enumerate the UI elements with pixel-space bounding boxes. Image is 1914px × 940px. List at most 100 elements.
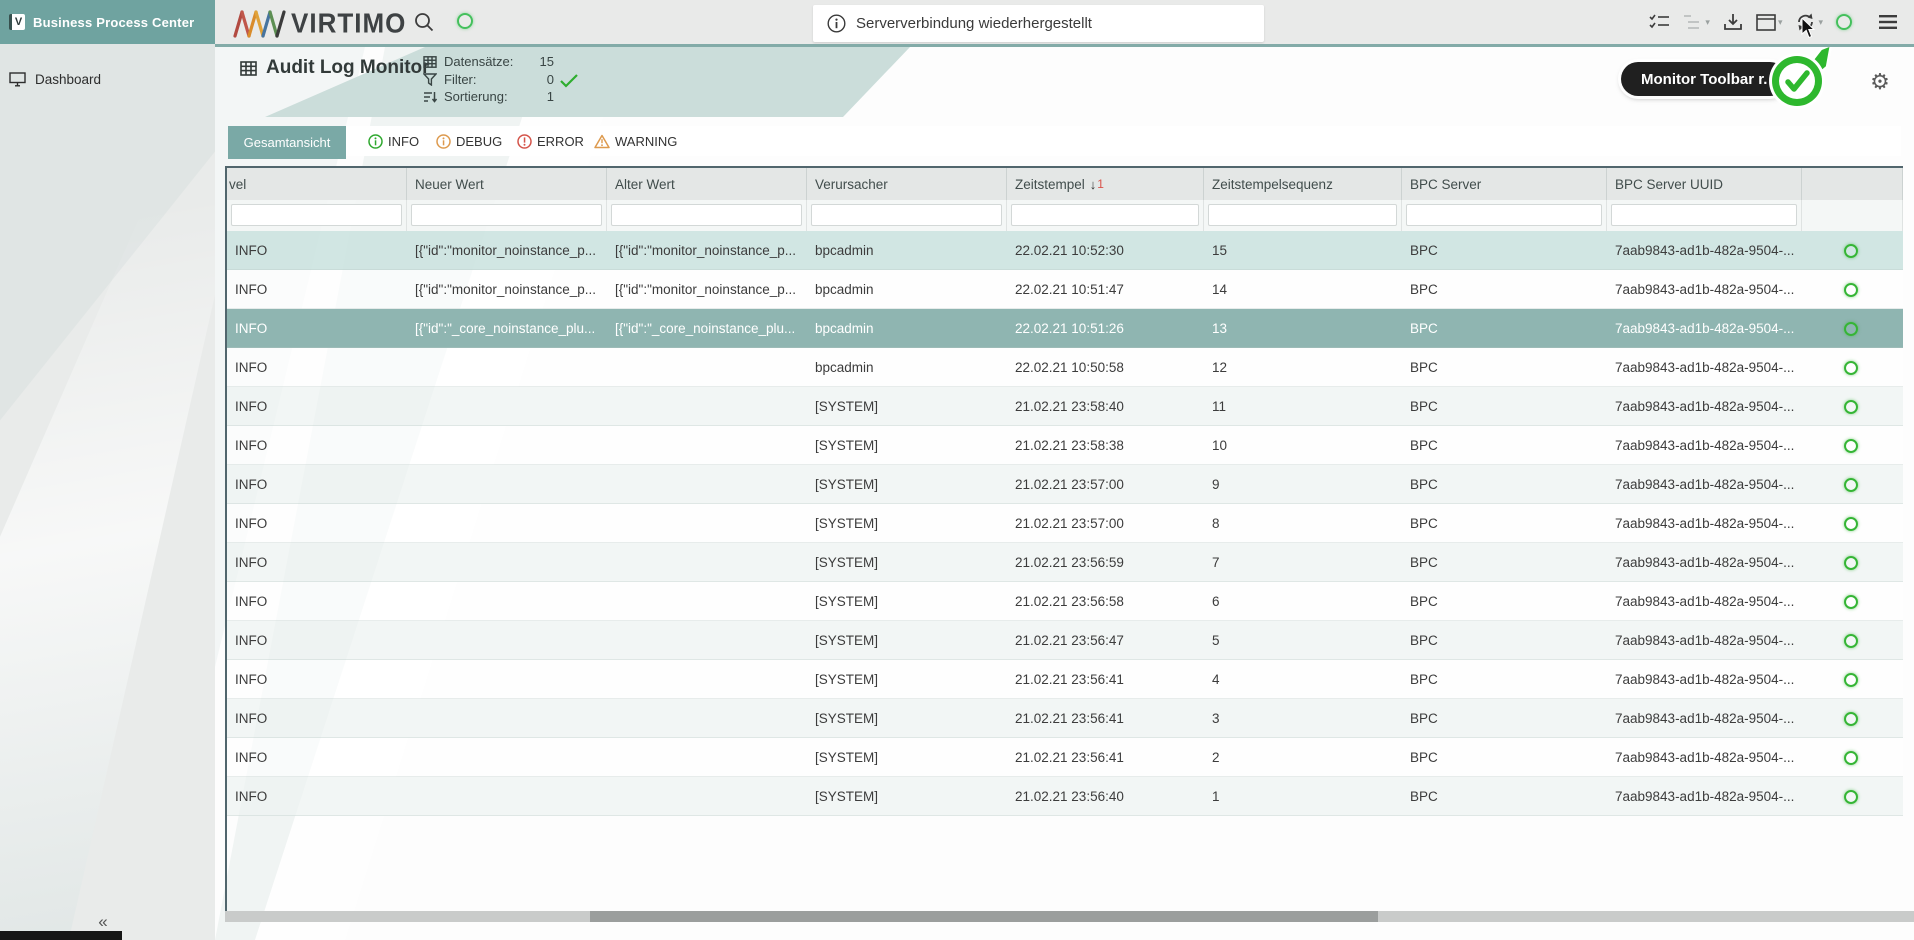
tab-error[interactable]: ERROR [517,126,584,156]
cell-status [1802,231,1903,270]
cell-alter_wert [607,738,807,777]
cell-neuer_wert: [{"id":"_core_noinstance_plu... [407,309,607,348]
cell-zeitstempel: 21.02.21 23:56:41 [1007,660,1204,699]
cell-zeitstempel: 22.02.21 10:50:58 [1007,348,1204,387]
filter-cell [1204,200,1402,231]
table-row[interactable]: INFObpcadmin22.02.21 10:50:5812BPC7aab98… [227,348,1903,387]
filter-input-zeitstempelsequenz[interactable] [1208,204,1397,226]
cell-neuer_wert [407,582,607,621]
filter-input-neuer_wert[interactable] [411,204,602,226]
cell-verursacher: [SYSTEM] [807,387,1007,426]
monitor-icon [9,72,26,87]
cell-verursacher: bpcadmin [807,348,1007,387]
column-header-Alter Wert[interactable]: Alter Wert [607,168,807,200]
cell-status [1802,738,1903,777]
cell-zeitstempel: 21.02.21 23:57:00 [1007,504,1204,543]
cell-alter_wert [607,660,807,699]
cell-verursacher: [SYSTEM] [807,738,1007,777]
cell-verursacher: bpcadmin [807,309,1007,348]
cell-neuer_wert: [{"id":"monitor_noinstance_p... [407,231,607,270]
cell-level: INFO [227,582,407,621]
tab-debug[interactable]: DEBUG [436,126,502,156]
check-icon [559,73,579,88]
table-row[interactable]: INFO[SYSTEM]21.02.21 23:57:008BPC7aab984… [227,504,1903,543]
filter-cell [1802,200,1903,231]
column-header-vel[interactable]: vel [227,168,407,200]
cell-verursacher: bpcadmin [807,270,1007,309]
column-header-Zeitstempelsequenz[interactable]: Zeitstempelsequenz [1204,168,1402,200]
filter-input-alter_wert[interactable] [611,204,802,226]
tree-select-icon: ▾ [1683,13,1710,31]
column-header-Verursacher[interactable]: Verursacher [807,168,1007,200]
filter-input-verursacher[interactable] [811,204,1002,226]
table-row[interactable]: INFO[{"id":"_core_noinstance_plu...[{"id… [227,309,1903,348]
cell-alter_wert [607,621,807,660]
error-circle-icon [517,134,532,149]
cell-zeitstempelsequenz: 10 [1204,426,1402,465]
cell-verursacher: [SYSTEM] [807,543,1007,582]
table-row[interactable]: INFO[SYSTEM]21.02.21 23:56:475BPC7aab984… [227,621,1903,660]
filter-input-zeitstempel[interactable] [1011,204,1199,226]
search-icon[interactable] [413,11,437,35]
cell-level: INFO [227,738,407,777]
page-title: Audit Log Monitor [240,57,430,79]
menu-icon[interactable] [1878,14,1898,30]
column-header-status[interactable] [1802,168,1903,200]
table-row[interactable]: INFO[SYSTEM]21.02.21 23:58:4011BPC7aab98… [227,387,1903,426]
column-header-BPC Server UUID[interactable]: BPC Server UUID [1607,168,1802,200]
cell-status [1802,465,1903,504]
table-row[interactable]: INFO[SYSTEM]21.02.21 23:56:597BPC7aab984… [227,543,1903,582]
main-panel: Audit Log Monitor Datensätze: 15 Filter: [215,47,1914,940]
tab-gesamtansicht[interactable]: Gesamtansicht [228,126,346,159]
window-layout-icon[interactable]: ▾ [1756,14,1783,31]
filter-cell [607,200,807,231]
filter-cell [407,200,607,231]
table-row[interactable]: INFO[SYSTEM]21.02.21 23:56:586BPC7aab984… [227,582,1903,621]
table-row[interactable]: INFO[SYSTEM]21.02.21 23:56:412BPC7aab984… [227,738,1903,777]
cell-neuer_wert [407,777,607,816]
tab-warning[interactable]: WARNING [594,126,677,156]
refresh-icon[interactable]: ▾ [1795,12,1823,32]
cell-bpc_server_uuid: 7aab9843-ad1b-482a-9504-... [1607,660,1802,699]
tab-bar: Gesamtansicht INFO DEBUG [228,126,1901,156]
table-row[interactable]: INFO[SYSTEM]21.02.21 23:56:413BPC7aab984… [227,699,1903,738]
filter-input-bpc_server[interactable] [1406,204,1602,226]
sidebar: V Business Process Center Dashboard « [0,0,215,940]
cell-neuer_wert [407,387,607,426]
cell-level: INFO [227,543,407,582]
cell-bpc_server_uuid: 7aab9843-ad1b-482a-9504-... [1607,348,1802,387]
column-header-BPC Server[interactable]: BPC Server [1402,168,1607,200]
cell-zeitstempelsequenz: 6 [1204,582,1402,621]
filter-input-level[interactable] [231,204,402,226]
audit-log-grid: velNeuer WertAlter WertVerursacherZeitst… [225,166,1903,914]
cell-verursacher: bpcadmin [807,231,1007,270]
horizontal-scrollbar[interactable] [225,911,1914,922]
cell-level: INFO [227,504,407,543]
cell-level: INFO [227,465,407,504]
table-row[interactable]: INFO[SYSTEM]21.02.21 23:56:401BPC7aab984… [227,777,1903,816]
cell-bpc_server: BPC [1402,660,1607,699]
filter-input-bpc_server_uuid[interactable] [1611,204,1797,226]
gear-icon[interactable]: ⚙ [1867,69,1893,95]
table-row[interactable]: INFO[{"id":"monitor_noinstance_p...[{"id… [227,231,1903,270]
scrollbar-thumb[interactable] [590,911,1378,922]
tab-info[interactable]: INFO [368,126,419,156]
cell-bpc_server_uuid: 7aab9843-ad1b-482a-9504-... [1607,777,1802,816]
table-row[interactable]: INFO[SYSTEM]21.02.21 23:58:3810BPC7aab98… [227,426,1903,465]
cell-bpc_server: BPC [1402,543,1607,582]
table-row[interactable]: INFO[SYSTEM]21.02.21 23:57:009BPC7aab984… [227,465,1903,504]
grid-filter-row [227,200,1903,231]
brand-logo: VIRTIMO [233,8,406,39]
download-icon[interactable] [1723,12,1743,32]
table-row[interactable]: INFO[{"id":"monitor_noinstance_p...[{"id… [227,270,1903,309]
green-ring-icon [1844,361,1858,375]
table-row[interactable]: INFO[SYSTEM]21.02.21 23:56:414BPC7aab984… [227,660,1903,699]
cell-zeitstempel: 21.02.21 23:57:00 [1007,465,1204,504]
column-header-Neuer Wert[interactable]: Neuer Wert [407,168,607,200]
cell-bpc_server_uuid: 7aab9843-ad1b-482a-9504-... [1607,309,1802,348]
cell-alter_wert [607,504,807,543]
checklist-icon[interactable] [1649,13,1670,31]
column-header-Zeitstempel[interactable]: Zeitstempel↓1 [1007,168,1204,200]
status-ring-icon [1836,14,1852,30]
sidebar-item-dashboard[interactable]: Dashboard [0,64,215,94]
